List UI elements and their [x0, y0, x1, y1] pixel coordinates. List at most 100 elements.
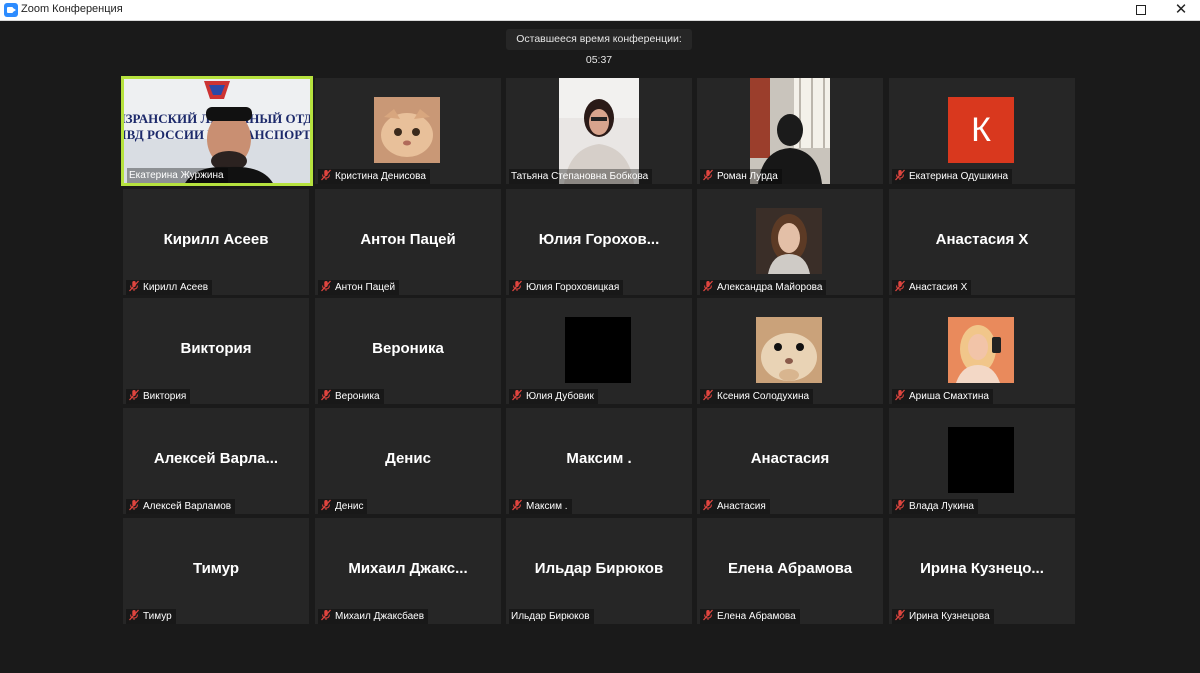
participant-tile[interactable]: Кирилл Асеев Кирилл Асеев	[123, 189, 309, 295]
participant-name-label: Анастасия	[700, 499, 770, 514]
participant-display-name: Алексей Варла...	[153, 450, 279, 467]
muted-mic-icon	[320, 169, 332, 181]
muted-mic-icon	[128, 499, 140, 511]
close-button[interactable]: ✕	[1164, 0, 1198, 21]
participant-name: Ирина Кузнецова	[909, 611, 990, 622]
participant-name: Вероника	[335, 391, 380, 402]
participant-display-name: Юлия Горохов...	[538, 231, 660, 248]
participant-tile[interactable]: Ильдар Бирюков Ильдар Бирюков	[506, 518, 692, 624]
black-avatar	[948, 427, 1014, 493]
participant-name-label: Кирилл Асеев	[126, 280, 213, 295]
participant-tile[interactable]: Кристина Денисова	[315, 78, 501, 184]
participant-name: Кристина Денисова	[335, 171, 426, 182]
zoom-camera-icon	[4, 3, 18, 17]
participant-name-label: Роман Лурда	[700, 169, 782, 184]
participant-tile[interactable]: Ирина Кузнецо... Ирина Кузнецова	[889, 518, 1075, 624]
participant-display-name: Михаил Джакс...	[348, 560, 468, 577]
muted-mic-icon	[320, 280, 332, 292]
muted-mic-icon	[702, 499, 714, 511]
muted-mic-icon	[128, 389, 140, 401]
muted-mic-icon	[511, 499, 523, 511]
participant-display-name: Ильдар Бирюков	[534, 560, 664, 577]
participant-display-name: Антон Пацей	[360, 231, 456, 248]
participant-tile[interactable]: Ариша Смахтина	[889, 298, 1075, 404]
participant-tile[interactable]: Ксения Солодухина	[697, 298, 883, 404]
participant-name-label: Ирина Кузнецова	[892, 609, 994, 624]
participant-tile[interactable]: Влада Лукина	[889, 408, 1075, 514]
participant-name: Александра Майорова	[717, 282, 823, 293]
black-avatar	[565, 317, 631, 383]
participant-name: Юлия Дубовик	[526, 391, 594, 402]
close-icon: ✕	[1174, 1, 1188, 18]
participant-tile[interactable]: Михаил Джакс... Михаил Джаксбаев	[315, 518, 501, 624]
participant-name: Екатерина Журжина	[129, 170, 224, 181]
participant-tile[interactable]: Тимур Тимур	[123, 518, 309, 624]
participant-tile[interactable]: Антон Пацей Антон Пацей	[315, 189, 501, 295]
participant-display-name: Анастасия	[750, 450, 830, 467]
participant-tile[interactable]: Виктория Виктория	[123, 298, 309, 404]
participant-tile[interactable]: Денис Денис	[315, 408, 501, 514]
cat-avatar	[374, 97, 440, 163]
participant-tile[interactable]: К Екатерина Одушкина	[889, 78, 1075, 184]
participant-name: Екатерина Одушкина	[909, 171, 1009, 182]
muted-mic-icon	[128, 609, 140, 621]
participant-display-name: Виктория	[180, 340, 252, 357]
muted-mic-icon	[894, 169, 906, 181]
muted-mic-icon	[511, 389, 523, 401]
participant-tile[interactable]: Анастасия Х Анастасия Х	[889, 189, 1075, 295]
participant-display-name: Елена Абрамова	[727, 560, 853, 577]
participant-tile[interactable]: Вероника Вероника	[315, 298, 501, 404]
participant-tile[interactable]: Алексей Варла... Алексей Варламов	[123, 408, 309, 514]
participant-tile[interactable]: Татьяна Степановна Бобкова	[506, 78, 692, 184]
participant-tile[interactable]: Александра Майорова	[697, 189, 883, 295]
participant-name: Тимур	[143, 611, 172, 622]
participant-name-label: Анастасия Х	[892, 280, 972, 295]
muted-mic-icon	[894, 280, 906, 292]
participant-name: Елена Абрамова	[717, 611, 796, 622]
participant-display-name: Максим .	[566, 450, 632, 467]
participant-name-label: Елена Абрамова	[700, 609, 800, 624]
hamster-avatar	[756, 317, 822, 383]
participant-name: Влада Лукина	[909, 501, 974, 512]
participant-tile[interactable]: Максим . Максим .	[506, 408, 692, 514]
participant-display-name: Вероника	[372, 340, 444, 357]
participant-name-label: Юлия Дубовик	[509, 389, 598, 404]
muted-mic-icon	[128, 280, 140, 292]
participant-tile[interactable]: Елена Абрамова Елена Абрамова	[697, 518, 883, 624]
muted-mic-icon	[894, 499, 906, 511]
participant-display-name: Денис	[385, 450, 431, 467]
participant-name: Роман Лурда	[717, 171, 778, 182]
muted-mic-icon	[320, 499, 332, 511]
muted-mic-icon	[894, 609, 906, 621]
muted-mic-icon	[702, 169, 714, 181]
muted-mic-icon	[702, 609, 714, 621]
participant-display-name: Ирина Кузнецо...	[920, 560, 1044, 577]
muted-mic-icon	[511, 280, 523, 292]
participant-name-label: Екатерина Одушкина	[892, 169, 1013, 184]
participant-name-label: Кристина Денисова	[318, 169, 430, 184]
participant-name-label: Алексей Варламов	[126, 499, 236, 514]
participant-tile[interactable]: Юлия Горохов... Юлия Гороховицкая	[506, 189, 692, 295]
active-speaker-tile[interactable]: СЫЗРАНСКИЙ ЛИНЕЙНЫЙ ОТДЕЛМВД РОССИИ НА Т…	[121, 76, 313, 186]
participant-name: Антон Пацей	[335, 282, 396, 293]
participant-name: Михаил Джаксбаев	[335, 611, 425, 622]
participant-tile[interactable]: Роман Лурда	[697, 78, 883, 184]
participant-name-label: Михаил Джаксбаев	[318, 609, 429, 624]
participant-name: Виктория	[143, 391, 187, 402]
participant-name-label: Тимур	[126, 609, 176, 624]
title-bar: Zoom Конференция ✕	[0, 0, 1200, 21]
participant-display-name: Кирилл Асеев	[163, 231, 269, 248]
participant-name: Ильдар Бирюков	[511, 611, 590, 622]
participant-tile[interactable]: Анастасия Анастасия	[697, 408, 883, 514]
participant-name: Максим .	[526, 501, 568, 512]
participant-name-label: Ксения Солодухина	[700, 389, 814, 404]
participant-tile[interactable]: Юлия Дубовик	[506, 298, 692, 404]
participant-name-label: Виктория	[126, 389, 191, 404]
maximize-button[interactable]	[1124, 0, 1158, 21]
participant-name-label: Антон Пацей	[318, 280, 400, 295]
participant-name-label: Ильдар Бирюков	[509, 609, 594, 624]
participant-name-label: Вероника	[318, 389, 384, 404]
participant-name-label: Влада Лукина	[892, 499, 978, 514]
participant-display-name: Тимур	[192, 560, 240, 577]
muted-mic-icon	[320, 389, 332, 401]
